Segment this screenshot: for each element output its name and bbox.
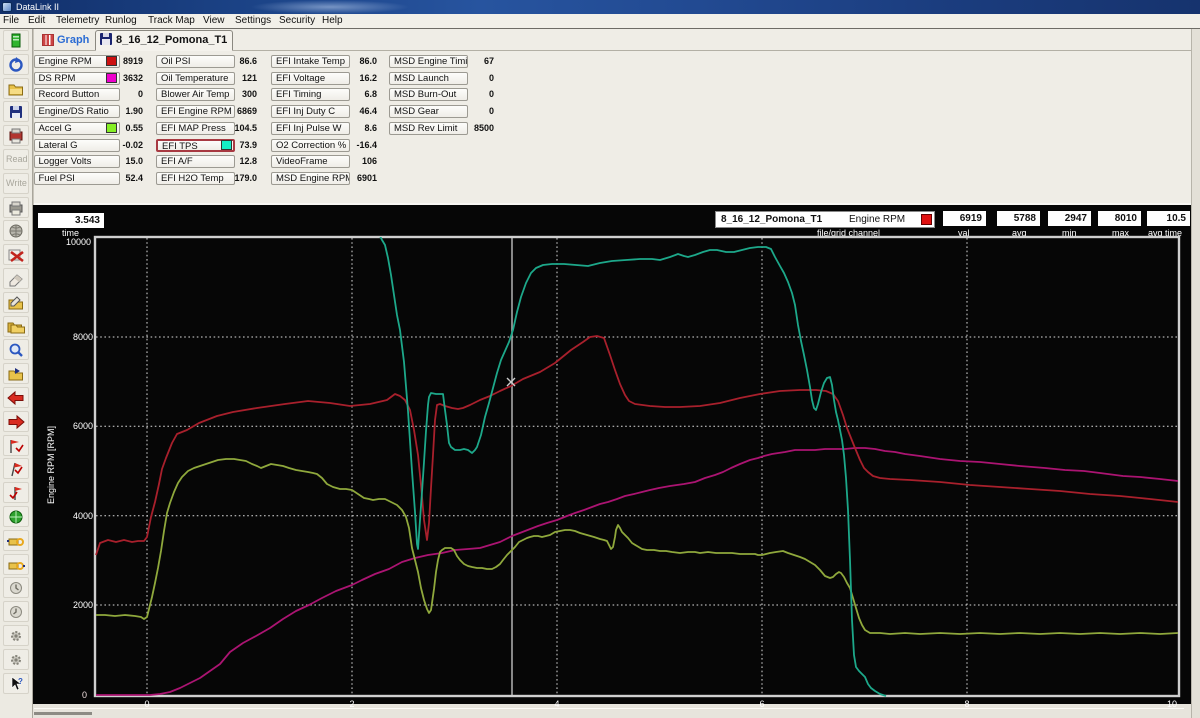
svg-text:?: ?	[18, 677, 23, 686]
